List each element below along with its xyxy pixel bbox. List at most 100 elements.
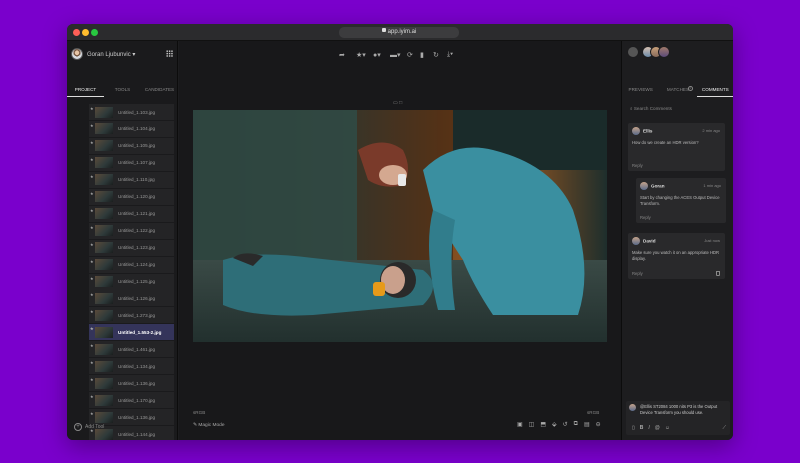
star-icon[interactable]: ★: [90, 360, 94, 365]
compare-icon[interactable]: ▣: [517, 421, 523, 428]
star-icon[interactable]: ★: [90, 191, 94, 196]
reply-button[interactable]: Reply: [632, 271, 643, 276]
file-list-item[interactable]: ★ Untitled_1.105.jpg: [89, 137, 174, 154]
file-list-item[interactable]: ★ Untitled_1.110.jpg: [89, 171, 174, 188]
star-icon[interactable]: ★: [90, 259, 94, 264]
add-tool-button[interactable]: + Add Tool: [74, 423, 104, 431]
color-space-left[interactable]: sRGB: [193, 410, 205, 415]
record-icon[interactable]: ●▾: [373, 51, 381, 59]
file-list-item[interactable]: ★ Untitled_1.170.jpg: [89, 392, 174, 409]
mention-icon[interactable]: @: [655, 426, 660, 432]
more-icon[interactable]: ⊖: [596, 421, 601, 428]
star-icon[interactable]: ★: [90, 123, 94, 128]
crop-icon[interactable]: ⬒: [540, 421, 546, 428]
rotate-icon[interactable]: ↺: [563, 421, 568, 428]
file-list-item[interactable]: ★ Untitled_1.103.jpg: [89, 104, 174, 120]
star-icon[interactable]: ★: [90, 140, 94, 145]
participant-add-icon[interactable]: [627, 46, 639, 58]
star-icon[interactable]: ★: [90, 276, 94, 281]
sync-icon[interactable]: ↻: [433, 51, 439, 59]
star-icon[interactable]: ★: [90, 225, 94, 230]
avatar: [71, 48, 83, 60]
file-list-item[interactable]: ★ Untitled_1.461.jpg: [89, 341, 174, 358]
file-list-item[interactable]: ★ Untitled_1.136.jpg: [89, 375, 174, 392]
star-icon[interactable]: ★: [90, 292, 94, 297]
file-list-item[interactable]: ★ Untitled_1.121.jpg: [89, 205, 174, 222]
share-icon[interactable]: ➦: [339, 51, 345, 59]
image-info-icon[interactable]: ▭ □: [393, 100, 402, 106]
star-icon[interactable]: ★: [90, 208, 94, 213]
magic-mode-button[interactable]: ✎ Magic Mode: [193, 423, 225, 428]
address-bar[interactable]: app.iyim.ai: [339, 27, 459, 38]
histogram-icon[interactable]: ▤: [584, 421, 590, 428]
layers-icon[interactable]: ⧉: [574, 421, 578, 428]
italic-icon[interactable]: I: [648, 426, 649, 432]
star-icon[interactable]: ★: [90, 242, 94, 247]
draw-icon[interactable]: ⟋: [722, 426, 726, 432]
download-icon[interactable]: ⤓▾: [447, 51, 453, 59]
file-list-item[interactable]: ★ Untitled_1.126.jpg: [89, 290, 174, 307]
tab-candidates[interactable]: CANDIDATES: [141, 83, 178, 97]
star-icon[interactable]: ★: [90, 343, 94, 348]
file-thumbnail: [95, 276, 113, 288]
comment-time: 2 min ago: [702, 128, 720, 133]
split-icon[interactable]: ◫: [529, 421, 535, 428]
file-name: Untitled_1.105.jpg: [118, 143, 156, 149]
reply-button[interactable]: Reply: [640, 215, 651, 220]
comment-composer[interactable]: @Ellis ST2084 1000 nits P3 is the Output…: [626, 401, 730, 435]
delete-comment-icon[interactable]: [716, 271, 720, 276]
color-space-right[interactable]: sRGB: [587, 410, 599, 415]
close-window-dot[interactable]: [73, 29, 80, 36]
file-thumbnail: [95, 394, 113, 406]
user-menu[interactable]: Goran Ljubunvic ▾: [71, 47, 135, 61]
minimize-window-dot[interactable]: [82, 29, 89, 36]
file-name: Untitled_1.103.jpg: [118, 109, 156, 115]
refresh-icon[interactable]: ⟳: [407, 51, 413, 59]
star-icon[interactable]: ★: [90, 411, 94, 416]
star-icon[interactable]: ★: [90, 377, 94, 382]
file-name: Untitled_1.120.jpg: [118, 194, 156, 200]
file-list-item[interactable]: ★ Untitled_1.123.jpg: [89, 239, 174, 256]
file-name: Untitled_1.126.jpg: [118, 295, 156, 301]
brush-icon[interactable]: ⬙: [552, 421, 557, 428]
emoji-icon[interactable]: ☺: [665, 426, 670, 432]
file-name: Untitled_1.107.jpg: [118, 160, 156, 166]
file-list-item[interactable]: ★ Untitled_1.104.jpg: [89, 120, 174, 137]
tab-previews[interactable]: PREVIEWS: [622, 83, 659, 97]
star-icon[interactable]: ★: [90, 309, 94, 314]
file-list-item[interactable]: ★ Untitled_1.124.jpg: [89, 256, 174, 273]
bold-icon[interactable]: B: [640, 426, 644, 432]
search-comments[interactable]: ⌕ Search Comments: [630, 106, 672, 111]
tab-project[interactable]: PROJECT: [67, 83, 104, 97]
file-name: Untitled_1.123.jpg: [118, 245, 156, 251]
tab-matches[interactable]: MATCHES 1: [659, 83, 696, 97]
apps-grid-icon[interactable]: [166, 50, 173, 57]
star-icon[interactable]: ★: [90, 157, 94, 162]
file-list-item[interactable]: ★ Untitled_1.120.jpg: [89, 188, 174, 205]
star-icon[interactable]: ★: [90, 394, 94, 399]
search-input[interactable]: Search Comments: [634, 106, 672, 111]
file-list-item[interactable]: ★ Untitled_1.273.jpg: [89, 307, 174, 324]
file-list-item[interactable]: ★ Untitled_1.125.jpg: [89, 273, 174, 290]
star-icon[interactable]: ★▾: [356, 51, 366, 59]
tab-comments[interactable]: COMMENTS: [696, 83, 733, 97]
avatar: [632, 127, 640, 135]
file-name: Untitled_1.125.jpg: [118, 279, 156, 285]
file-list-item[interactable]: ★ Untitled_1.553-2.jpg: [89, 324, 174, 341]
reply-button[interactable]: Reply: [632, 163, 643, 168]
file-list-item[interactable]: ★ Untitled_1.134.jpg: [89, 358, 174, 375]
star-icon[interactable]: ★: [90, 106, 94, 111]
star-icon[interactable]: ★: [90, 174, 94, 179]
add-tool-label: Add Tool: [85, 424, 105, 430]
file-list-item[interactable]: ★ Untitled_1.107.jpg: [89, 154, 174, 171]
star-icon[interactable]: ★: [90, 326, 94, 331]
tab-tools[interactable]: TOOLS: [104, 83, 141, 97]
file-name: Untitled_1.134.jpg: [118, 363, 156, 369]
composer-text[interactable]: @Ellis ST2084 1000 nits P3 is the Output…: [640, 404, 726, 415]
camera-icon[interactable]: ▬▾: [390, 51, 401, 59]
maximize-window-dot[interactable]: [91, 29, 98, 36]
file-list-item[interactable]: ★ Untitled_1.122.jpg: [89, 222, 174, 239]
trash-icon[interactable]: ▮: [420, 51, 424, 59]
file-thumbnail: [95, 123, 113, 135]
mic-icon[interactable]: ▯: [632, 426, 635, 432]
